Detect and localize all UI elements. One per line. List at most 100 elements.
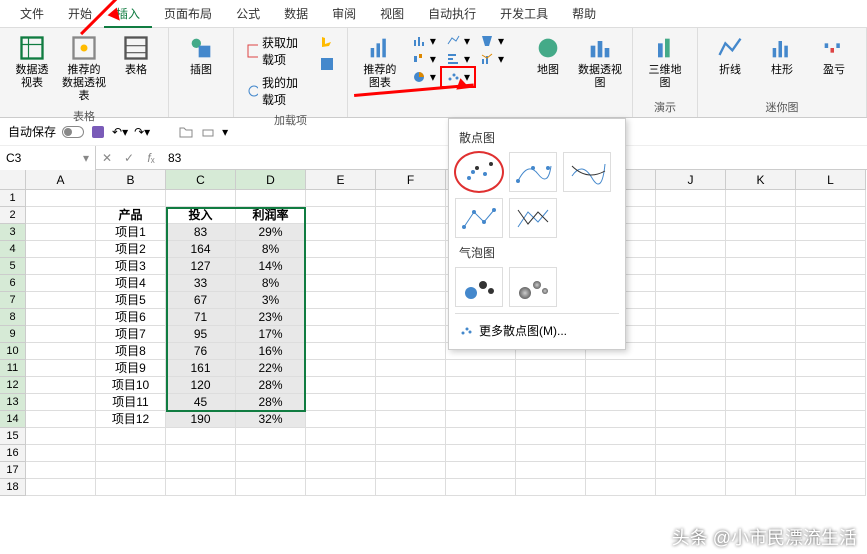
cell[interactable] [656,479,726,496]
cell[interactable]: 83 [166,224,236,241]
cell[interactable]: 33 [166,275,236,292]
column-chart-icon[interactable]: ▾ [408,32,440,50]
cell[interactable] [446,428,516,445]
cell[interactable] [656,343,726,360]
cell[interactable]: 项目11 [96,394,166,411]
cell[interactable] [446,445,516,462]
cell[interactable] [796,309,866,326]
cell[interactable]: 项目10 [96,377,166,394]
cell[interactable] [96,479,166,496]
cell[interactable]: 76 [166,343,236,360]
funnel-chart-icon[interactable]: ▾ [476,32,508,50]
cell[interactable] [796,360,866,377]
cell[interactable] [656,428,726,445]
cell[interactable]: 45 [166,394,236,411]
col-header-J[interactable]: J [656,170,726,190]
col-header-L[interactable]: L [796,170,866,190]
open-icon[interactable] [178,124,194,140]
select-all-corner[interactable] [0,170,26,190]
cell[interactable] [796,445,866,462]
cell[interactable] [796,479,866,496]
cell[interactable] [656,360,726,377]
menu-页面布局[interactable]: 页面布局 [152,0,224,28]
cell[interactable] [796,258,866,275]
cell[interactable] [656,394,726,411]
menu-帮助[interactable]: 帮助 [560,0,608,28]
cell[interactable] [796,224,866,241]
cell[interactable]: 164 [166,241,236,258]
cell[interactable]: 28% [236,394,306,411]
cell[interactable]: 16% [236,343,306,360]
cell[interactable] [656,326,726,343]
cell[interactable] [96,190,166,207]
cell[interactable]: 29% [236,224,306,241]
row-header-1[interactable]: 1 [0,190,26,207]
cell[interactable] [796,394,866,411]
row-header-2[interactable]: 2 [0,207,26,224]
col-header-E[interactable]: E [306,170,376,190]
cell[interactable] [306,275,376,292]
cell[interactable]: 项目7 [96,326,166,343]
cell[interactable] [306,241,376,258]
cell[interactable] [656,258,726,275]
cell[interactable]: 项目9 [96,360,166,377]
cell[interactable] [726,207,796,224]
cell[interactable] [446,360,516,377]
cell[interactable] [306,343,376,360]
menu-开发工具[interactable]: 开发工具 [488,0,560,28]
menu-视图[interactable]: 视图 [368,0,416,28]
cell[interactable] [236,479,306,496]
cell[interactable] [726,224,796,241]
illustrations-button[interactable]: 插图 [177,32,225,79]
cell[interactable] [376,411,446,428]
cell[interactable] [796,241,866,258]
pivot-table-button[interactable]: 数据透 视表 [8,32,56,92]
cell[interactable] [516,479,586,496]
cell[interactable] [26,224,96,241]
visio-button[interactable] [315,54,339,74]
menu-公式[interactable]: 公式 [224,0,272,28]
cell[interactable] [26,292,96,309]
cell[interactable] [376,190,446,207]
sparkline-column-button[interactable]: 柱形 [758,32,806,79]
cell[interactable] [656,411,726,428]
cell[interactable] [166,445,236,462]
cell[interactable] [236,462,306,479]
map-button[interactable]: 地图 [524,32,572,79]
cell[interactable] [306,479,376,496]
fx-icon[interactable]: fₓ [140,151,162,165]
cell[interactable] [446,394,516,411]
cell[interactable] [306,411,376,428]
cell[interactable] [26,428,96,445]
cell[interactable] [656,207,726,224]
cell[interactable] [26,479,96,496]
scatter-straight-lines-option[interactable] [509,198,557,238]
cell[interactable] [726,275,796,292]
cell[interactable] [726,258,796,275]
cell[interactable]: 3% [236,292,306,309]
cell[interactable] [586,462,656,479]
cell[interactable] [726,377,796,394]
cell[interactable]: 190 [166,411,236,428]
cell[interactable] [726,462,796,479]
cell[interactable]: 项目12 [96,411,166,428]
menu-数据[interactable]: 数据 [272,0,320,28]
my-addins-button[interactable]: 我的加载项 [242,72,311,110]
cell[interactable]: 项目4 [96,275,166,292]
cell[interactable] [26,309,96,326]
row-header-15[interactable]: 15 [0,428,26,445]
cell[interactable] [726,445,796,462]
cell[interactable] [656,377,726,394]
cell[interactable] [516,394,586,411]
scatter-straight-lines-markers-option[interactable] [455,198,503,238]
cell[interactable] [26,360,96,377]
cell[interactable] [726,190,796,207]
cell[interactable] [726,360,796,377]
row-header-7[interactable]: 7 [0,292,26,309]
cell[interactable] [96,462,166,479]
cell[interactable] [306,394,376,411]
cell[interactable] [516,445,586,462]
cell[interactable]: 127 [166,258,236,275]
scatter-smooth-option[interactable] [563,152,611,192]
cell[interactable] [796,292,866,309]
